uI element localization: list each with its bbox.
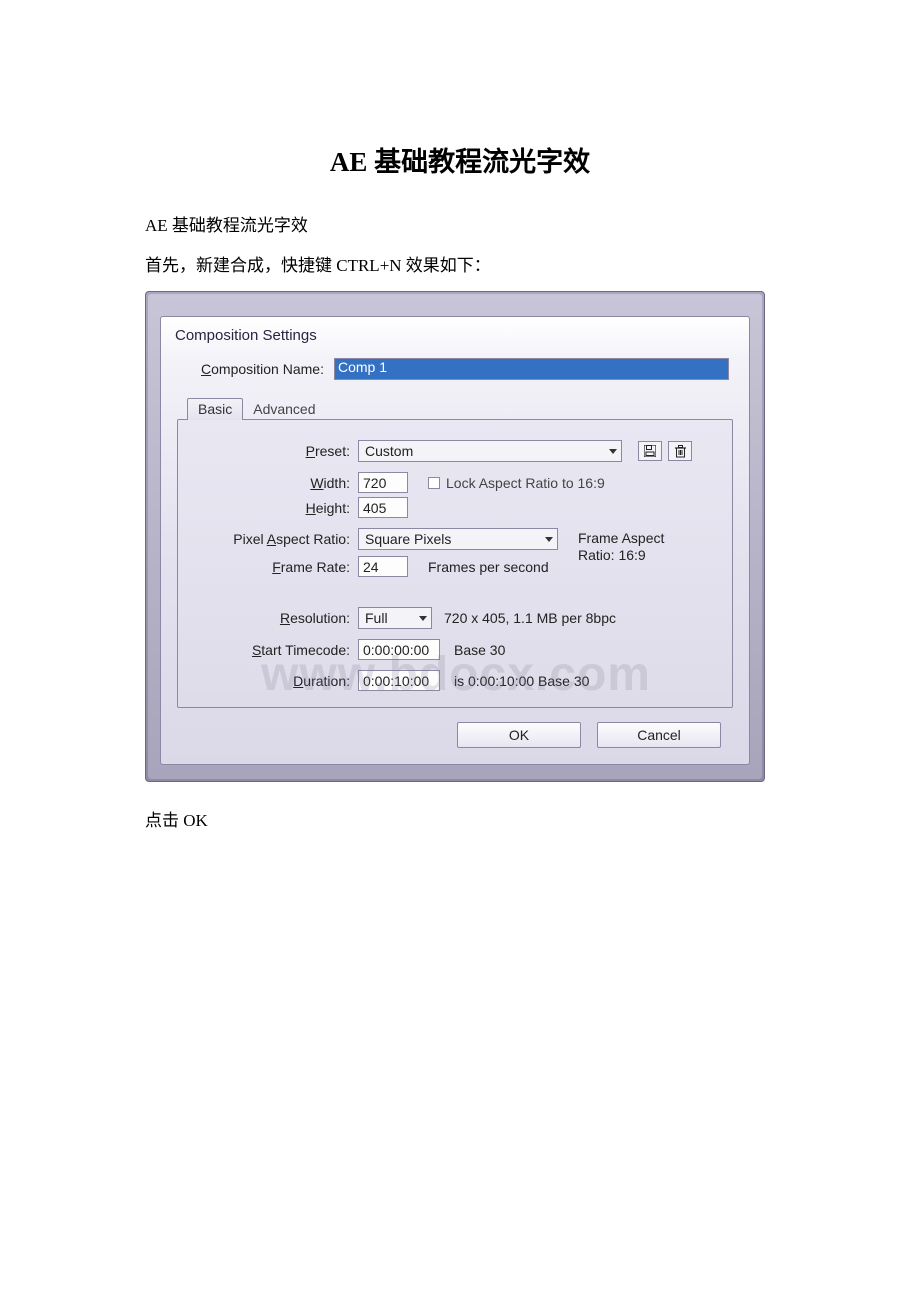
frame-aspect-info: Frame Aspect Ratio: 16:9: [578, 531, 664, 546]
ok-button[interactable]: OK: [457, 722, 581, 748]
trash-icon: [675, 445, 686, 458]
dialog-title: Composition Settings: [161, 317, 749, 358]
resolution-dropdown[interactable]: Full: [358, 607, 432, 629]
pixel-aspect-dropdown[interactable]: Square Pixels: [358, 528, 558, 550]
composition-settings-dialog: www.bdocx.com Composition Settings Compo…: [145, 291, 765, 782]
start-timecode-label: Start Timecode:: [192, 642, 358, 658]
width-input[interactable]: [358, 472, 408, 493]
tab-advanced[interactable]: Advanced: [243, 399, 325, 420]
height-label: Height:: [192, 500, 358, 516]
paragraph-3: 点击 OK: [145, 804, 775, 838]
document-title: AE 基础教程流光字效: [145, 140, 775, 179]
delete-preset-button[interactable]: [668, 441, 692, 461]
cancel-button[interactable]: Cancel: [597, 722, 721, 748]
preset-dropdown[interactable]: Custom: [358, 440, 622, 462]
frame-rate-suffix: Frames per second: [428, 559, 549, 575]
paragraph-2: 首先，新建合成，快捷键 CTRL+N 效果如下：: [145, 249, 775, 283]
duration-label: Duration:: [192, 673, 358, 689]
paragraph-1: AE 基础教程流光字效: [145, 209, 775, 243]
height-input[interactable]: [358, 497, 408, 518]
duration-input[interactable]: [358, 670, 440, 691]
resolution-label: Resolution:: [192, 610, 358, 626]
basic-tab-content: Preset: Custom Width:: [177, 419, 733, 708]
duration-suffix: is 0:00:10:00 Base 30: [454, 673, 589, 689]
preset-label: Preset:: [192, 443, 358, 459]
resolution-value: Full: [365, 610, 388, 626]
lock-aspect-label: Lock Aspect Ratio to 16:9: [446, 475, 605, 491]
save-icon: [644, 445, 656, 457]
chevron-down-icon: [609, 449, 617, 454]
start-timecode-suffix: Base 30: [454, 642, 505, 658]
frame-rate-input[interactable]: [358, 556, 408, 577]
pixel-aspect-value: Square Pixels: [365, 531, 451, 547]
width-label: Width:: [192, 475, 358, 491]
composition-name-input[interactable]: Comp 1: [334, 358, 729, 380]
tab-basic[interactable]: Basic: [187, 398, 243, 420]
preset-value: Custom: [365, 443, 413, 459]
pixel-aspect-label: Pixel Aspect Ratio:: [192, 531, 358, 547]
chevron-down-icon: [545, 537, 553, 542]
lock-aspect-checkbox[interactable]: [428, 477, 440, 489]
resolution-info: 720 x 405, 1.1 MB per 8bpc: [444, 610, 616, 626]
frame-rate-label: Frame Rate:: [192, 559, 358, 575]
save-preset-button[interactable]: [638, 441, 662, 461]
start-timecode-input[interactable]: [358, 639, 440, 660]
composition-name-label: Composition Name:: [201, 361, 324, 377]
chevron-down-icon: [419, 616, 427, 621]
